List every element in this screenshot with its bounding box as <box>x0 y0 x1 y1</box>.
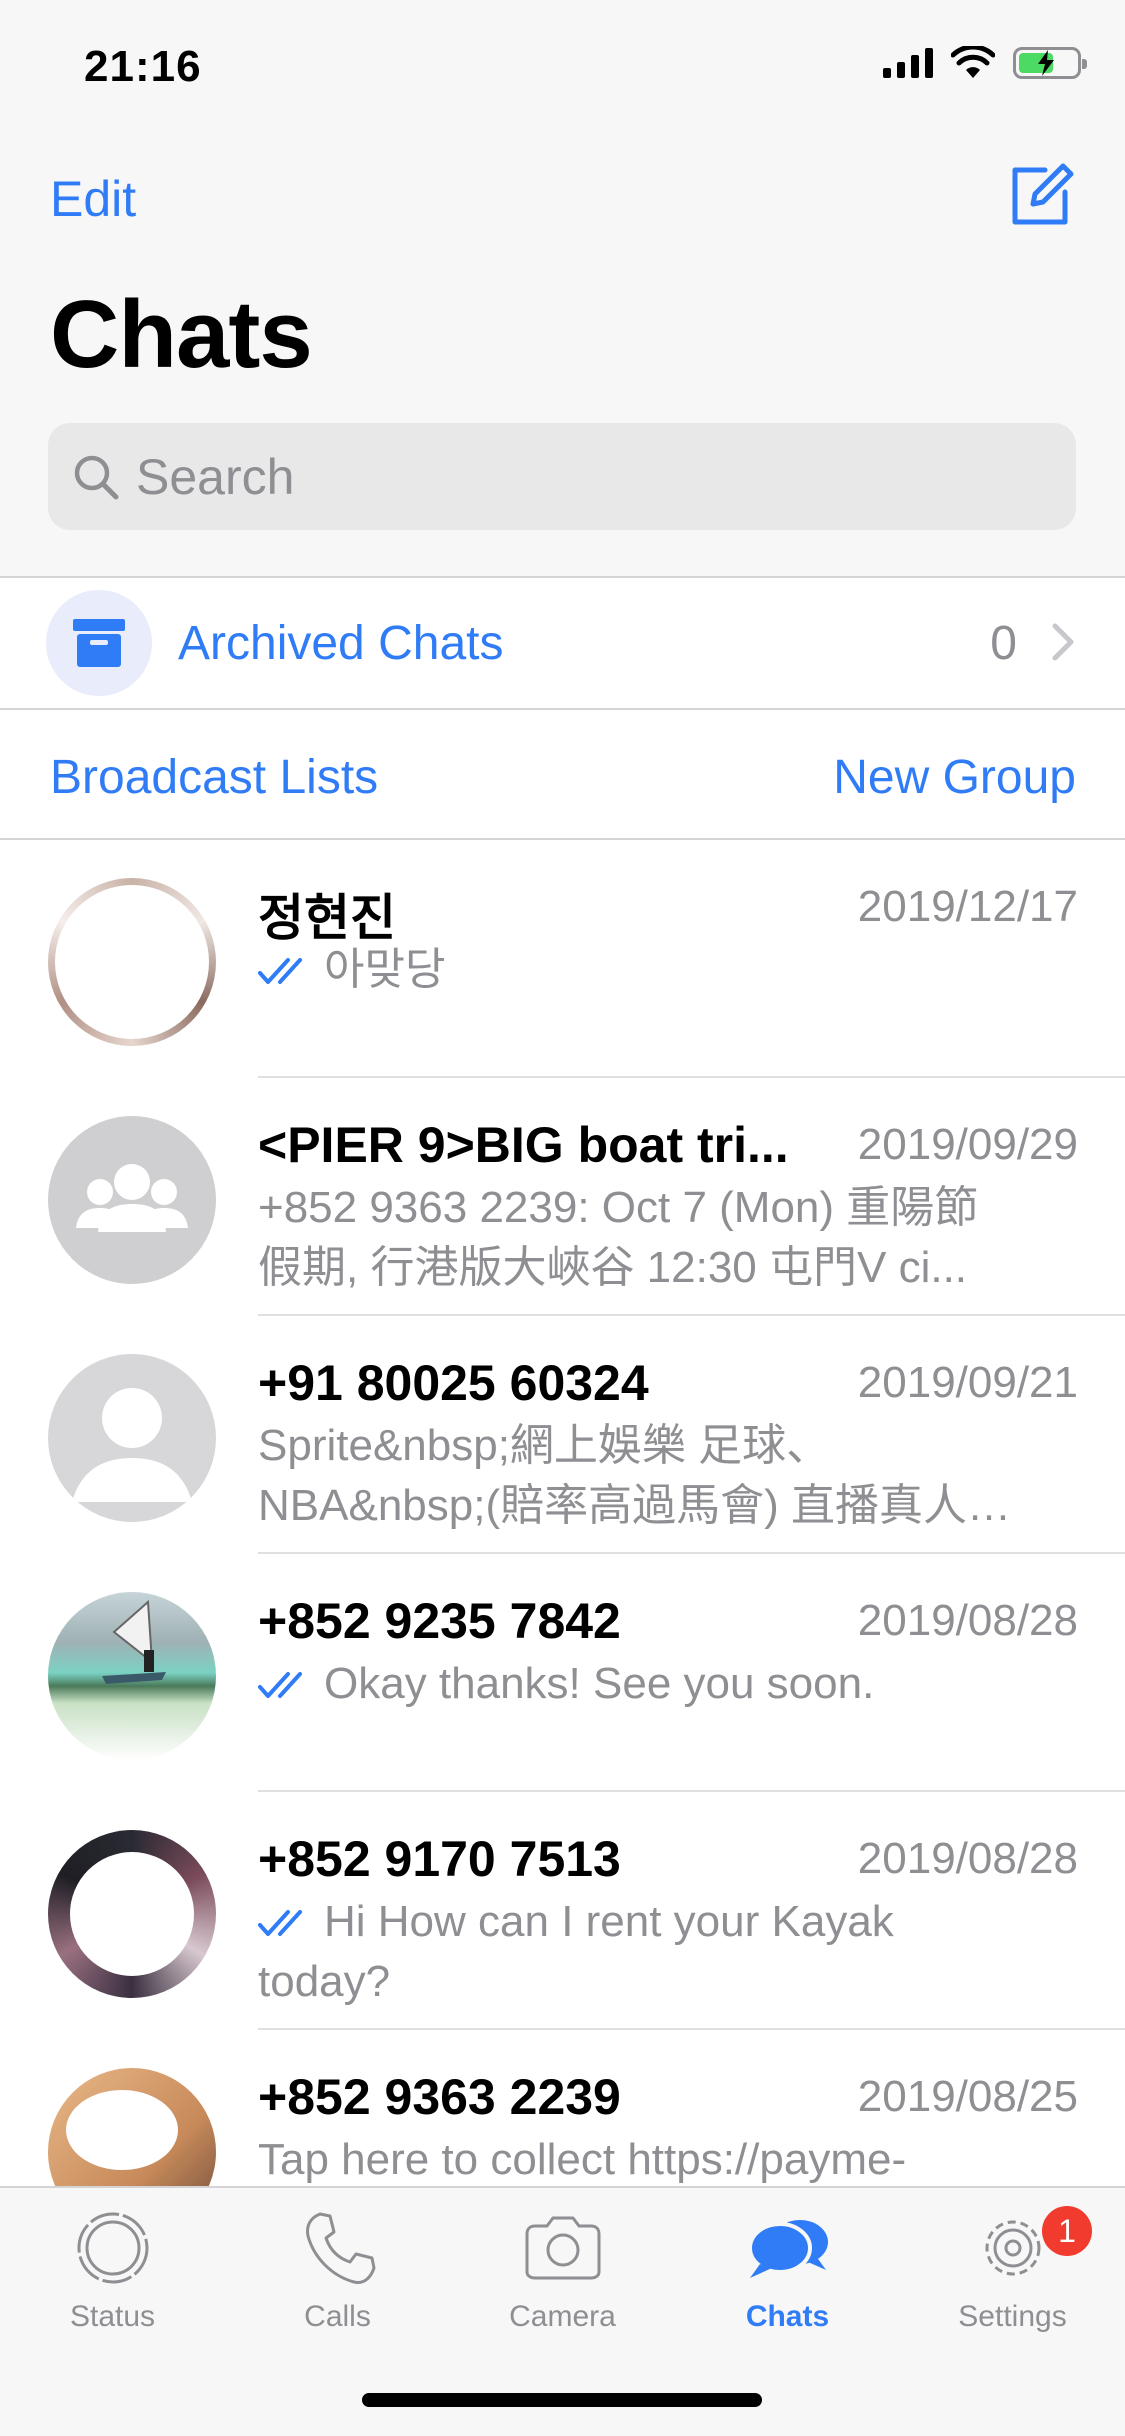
chat-preview: Okay thanks! See you soon. <box>258 1654 1018 1714</box>
search-icon <box>74 455 119 499</box>
compose-icon[interactable] <box>1007 160 1075 228</box>
chat-preview-text: Okay thanks! See you soon. <box>324 1659 875 1708</box>
read-ticks-icon <box>258 1672 302 1699</box>
home-indicator[interactable] <box>362 2393 762 2407</box>
tab-label: Camera <box>509 2300 616 2333</box>
avatar <box>48 878 216 1046</box>
status-time: 21:16 <box>84 42 202 91</box>
chat-date: 2019/08/28 <box>857 1596 1078 1645</box>
gear-icon <box>985 2220 1040 2276</box>
tab-label: Calls <box>304 2300 371 2333</box>
chevron-right-icon <box>1052 623 1074 661</box>
chat-date: 2019/09/29 <box>857 1120 1078 1169</box>
chat-name: +852 9363 2239 <box>258 2069 621 2125</box>
chats-icon <box>747 2220 828 2278</box>
search-input[interactable] <box>136 447 1036 506</box>
signal-icon <box>883 48 933 78</box>
chat-row[interactable]: 정현진 2019/12/17 아맞당 <box>0 840 1125 1078</box>
wifi-icon <box>951 46 995 78</box>
chat-date: 2019/08/28 <box>857 1834 1078 1883</box>
tab-settings[interactable]: Settings 1 <box>900 2206 1125 2348</box>
chat-row[interactable]: +91 80025 60324 2019/09/21 Sprite&nbsp;網… <box>0 1316 1125 1554</box>
archive-icon <box>73 619 125 667</box>
chat-preview-text: 아맞당 <box>324 945 446 994</box>
chat-preview-text: +852 9363 2239: Oct 7 (Mon) 重陽節假期, 行港版大峽… <box>258 1183 979 1292</box>
avatar <box>48 1592 216 1760</box>
chat-preview: Hi How can I rent your Kayak today? <box>258 1892 1018 2012</box>
chat-preview-text: Hi How can I rent your Kayak today? <box>258 1897 894 2006</box>
chat-name: +91 80025 60324 <box>258 1355 649 1411</box>
chat-row[interactable]: <PIER 9>BIG boat tri... 2019/09/29 +852 … <box>0 1078 1125 1316</box>
battery-icon <box>1013 47 1087 79</box>
chat-name: +852 9170 7513 <box>258 1831 621 1887</box>
chat-name: <PIER 9>BIG boat tri... <box>258 1117 789 1173</box>
chat-name: +852 9235 7842 <box>258 1593 621 1649</box>
archived-chats-label: Archived Chats <box>178 617 504 670</box>
links-row: Broadcast Lists New Group <box>0 710 1125 840</box>
notification-badge: 1 <box>1042 2206 1092 2256</box>
avatar <box>48 1116 216 1284</box>
group-icon <box>76 1164 188 1232</box>
chat-preview-text: Tap here to collect https://payme- <box>258 2135 907 2184</box>
status-icon <box>77 2212 148 2284</box>
chat-preview: 아맞당 <box>258 940 1018 1000</box>
tab-calls[interactable]: Calls <box>225 2208 450 2348</box>
chat-date: 2019/08/25 <box>857 2072 1078 2121</box>
tab-label: Settings <box>958 2300 1067 2333</box>
tab-status[interactable]: Status <box>0 2208 225 2348</box>
broadcast-lists-link[interactable]: Broadcast Lists <box>50 750 378 805</box>
archive-icon-wrap <box>46 590 152 696</box>
person-icon <box>72 1388 192 1502</box>
chat-row[interactable]: +852 9235 7842 2019/08/28 Okay thanks! S… <box>0 1554 1125 1792</box>
tab-chats[interactable]: Chats <box>675 2208 900 2348</box>
chat-row[interactable]: +852 9170 7513 2019/08/28 Hi How can I r… <box>0 1792 1125 2030</box>
archived-chats-row[interactable]: Archived Chats 0 <box>0 578 1125 708</box>
search-bar[interactable] <box>48 423 1076 530</box>
read-ticks-icon <box>258 1910 302 1937</box>
avatar <box>48 1830 216 1998</box>
camera-icon <box>525 2216 600 2280</box>
windsurf-image <box>102 1599 166 1684</box>
new-group-link[interactable]: New Group <box>833 750 1076 805</box>
chat-date: 2019/12/17 <box>857 882 1078 931</box>
archived-count: 0 <box>990 617 1017 670</box>
tab-label: Status <box>69 2300 156 2333</box>
edit-button[interactable]: Edit <box>50 170 136 228</box>
avatar <box>48 1354 216 1522</box>
phone-icon <box>305 2212 375 2284</box>
tab-label: Chats <box>745 2300 830 2333</box>
read-ticks-icon <box>258 958 302 985</box>
chat-date: 2019/09/21 <box>857 1358 1078 1407</box>
status-icons <box>883 46 1087 80</box>
tab-camera[interactable]: Camera <box>450 2208 675 2348</box>
chat-preview-text: Sprite&nbsp;網上娛樂 足球、NBA&nbsp;(賠率高過馬會) 直播… <box>258 1421 1011 1530</box>
page-title: Chats <box>50 281 313 388</box>
